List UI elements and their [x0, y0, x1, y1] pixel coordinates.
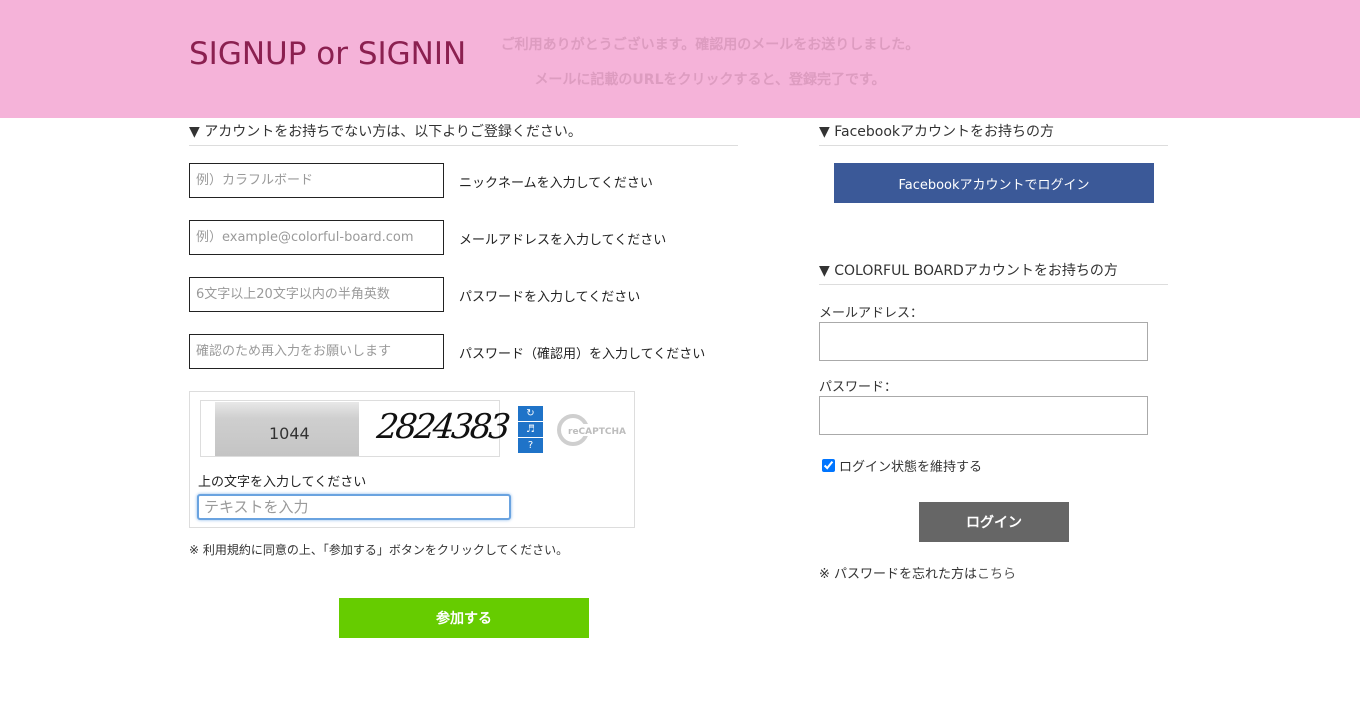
login-email-label: メールアドレス： [819, 306, 924, 321]
login-heading: ▼ COLORFUL BOARDアカウントをお持ちの方 [819, 260, 1168, 285]
notice-line-2: メールに記載のURLをクリックすると、登録完了です。 [534, 72, 886, 88]
nickname-input[interactable] [189, 163, 444, 198]
forgot-password-link[interactable]: こちら [977, 567, 1016, 582]
facebook-heading: ▼ Facebookアカウントをお持ちの方 [819, 121, 1168, 146]
login-button[interactable]: ログイン [919, 502, 1069, 542]
remember-checkbox[interactable] [822, 459, 835, 472]
login-email-input[interactable] [819, 322, 1148, 361]
email-input[interactable] [189, 220, 444, 255]
password-input[interactable] [189, 277, 444, 312]
refresh-icon[interactable]: ↻ [518, 406, 543, 421]
join-button[interactable]: 参加する [339, 598, 589, 638]
login-password-input[interactable] [819, 396, 1148, 435]
header-banner: SIGNUP or SIGNIN ご利用ありがとうございます。確認用のメールをお… [0, 0, 1360, 118]
captcha-word: 2824383 [374, 407, 510, 447]
password-confirm-hint: パスワード（確認用）を入力してください [459, 347, 706, 362]
nickname-hint: ニックネームを入力してください [459, 176, 653, 191]
page-title: SIGNUP or SIGNIN [189, 36, 467, 72]
recaptcha-logo: reCAPTCHA [557, 414, 626, 446]
forgot-password: ※ パスワードを忘れた方はこちら [819, 563, 1016, 582]
terms-notice: ※ 利用規約に同意の上、「参加する」ボタンをクリックしてください。 [189, 543, 569, 557]
recaptcha-logo-text: reCAPTCHA [568, 427, 626, 437]
captcha-photo: 1044 [215, 402, 359, 456]
password-hint: パスワードを入力してください [459, 290, 641, 305]
password-confirm-input[interactable] [189, 334, 444, 369]
notice-line-1: ご利用ありがとうございます。確認用のメールをお送りしました。 [500, 37, 920, 53]
email-hint: メールアドレスを入力してください [459, 233, 667, 248]
help-icon[interactable]: ? [518, 438, 543, 453]
captcha-label: 上の文字を入力してください [198, 475, 367, 490]
audio-icon[interactable]: ♬ [518, 422, 543, 437]
captcha-image: 1044 2824383 [200, 400, 510, 457]
forgot-prefix: ※ パスワードを忘れた方は [819, 567, 978, 582]
facebook-login-button[interactable]: Facebookアカウントでログイン [834, 163, 1154, 203]
login-password-label: パスワード： [819, 380, 898, 395]
signup-heading: ▼ アカウントをお持ちでない方は、以下よりご登録ください。 [189, 121, 738, 146]
remember-label: ログイン状態を維持する [839, 460, 983, 475]
captcha-widget: 1044 2824383 ↻ ♬ ? reCAPTCHA 上の文字を入力してくだ… [189, 391, 635, 528]
confirmation-notice: ご利用ありがとうございます。確認用のメールをお送りしました。 メールに記載のUR… [460, 28, 960, 98]
captcha-input[interactable] [197, 494, 511, 520]
captcha-photo-text: 1044 [269, 424, 310, 443]
remember-me[interactable]: ログイン状態を維持する [822, 456, 982, 475]
